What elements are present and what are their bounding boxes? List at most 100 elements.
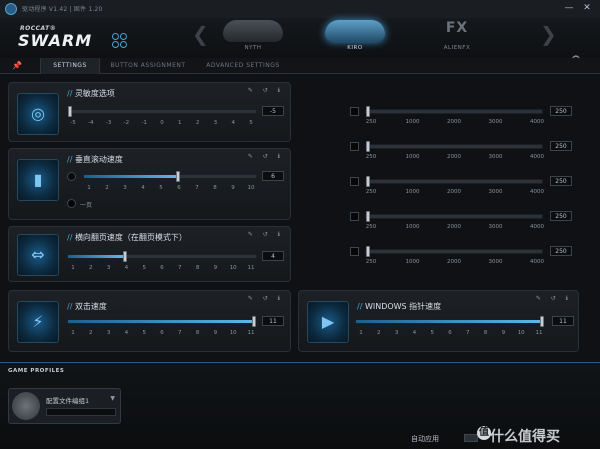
dpi-level-checkbox[interactable] [350, 177, 359, 186]
dpi-level-checkbox[interactable] [350, 212, 359, 221]
tick-label: 250 [365, 189, 377, 195]
window-title: 驱动程序 V1.42 | 固件 1.20 [22, 6, 103, 13]
profile-name-field[interactable] [46, 408, 116, 416]
tick-label: 4 [141, 185, 145, 191]
tab-bar: SETTINGS BUTTON ASSIGNMENT ADVANCED SETT… [0, 58, 600, 74]
slider-knob[interactable] [176, 171, 181, 182]
minimize-button[interactable]: — [562, 2, 576, 14]
dpi-slider[interactable] [365, 246, 543, 257]
double-click-panel: ⚡ // 双击速度 ✎ ↺ ℹ 1 2 3 4 5 6 7 8 9 10 11 11 [8, 290, 291, 352]
dpi-slider[interactable] [365, 211, 543, 222]
device-label: NYTH [244, 45, 262, 51]
double-click-slider[interactable] [67, 316, 257, 327]
slider-knob[interactable] [68, 106, 72, 117]
device-carousel: ❮ NYTH KIRO FX ALIENFX ❯ [190, 18, 560, 58]
vertical-scroll-slider[interactable] [83, 171, 257, 182]
tick-label: 3000 [488, 224, 503, 230]
sensitivity-value[interactable]: -5 [262, 106, 284, 116]
scroll-thumbnail: ▮ [17, 159, 59, 201]
pointer-thumbnail: ▶ [307, 301, 349, 343]
slider-knob[interactable] [366, 106, 370, 117]
tab-settings[interactable]: SETTINGS [40, 58, 100, 74]
watermark: 什么值得买 [490, 429, 560, 445]
scroll-page-radio[interactable] [67, 199, 76, 208]
pin-icon[interactable]: 📌 [12, 61, 22, 70]
tab-advanced-settings[interactable]: ADVANCED SETTINGS [196, 58, 290, 74]
tick-label: 3 [123, 185, 127, 191]
tick-label: 8 [213, 185, 217, 191]
vertical-scroll-value[interactable]: 6 [262, 171, 284, 181]
horizontal-scroll-slider[interactable] [67, 251, 257, 262]
tick-label: 9 [501, 330, 506, 336]
tick-label: 1 [178, 120, 182, 126]
dpi-level-checkbox[interactable] [350, 107, 359, 116]
chevron-down-icon[interactable]: ▼ [110, 395, 115, 402]
tab-button-assignment[interactable]: BUTTON ASSIGNMENT [102, 58, 194, 74]
dpi-level-checkbox[interactable] [350, 247, 359, 256]
slider-knob[interactable] [123, 251, 128, 262]
slider-knob[interactable] [252, 316, 256, 327]
dpi-value[interactable]: 250 [550, 106, 572, 116]
watermark-badge: 值 [477, 426, 491, 440]
tick-label: 10 [247, 185, 255, 191]
tick-label: 1000 [405, 224, 420, 230]
panel-tool-icons[interactable]: ✎ ↺ ℹ [248, 295, 284, 302]
horizontal-scroll-value[interactable]: 4 [262, 251, 284, 261]
slider-knob[interactable] [366, 141, 370, 152]
dpi-value[interactable]: 250 [550, 211, 572, 221]
panel-title: // 灵敏度选项 [67, 89, 115, 98]
tick-label: 5 [159, 185, 163, 191]
device-alienfx[interactable]: FX ALIENFX [412, 20, 502, 58]
scroll-lines-radio[interactable] [67, 172, 76, 181]
tick-label: 6 [448, 330, 452, 336]
next-device-icon[interactable]: ❯ [540, 22, 557, 46]
prev-device-icon[interactable]: ❮ [192, 22, 209, 46]
slider-knob[interactable] [540, 316, 544, 327]
tick-label: 11 [535, 330, 543, 336]
tick-label: 2000 [447, 224, 461, 230]
device-label: ALIENFX [443, 45, 471, 51]
game-profiles-bar: GAME PROFILES 配置文件编组1 ▼ 自动应用 值 什么值得买 [0, 362, 600, 449]
dpi-value[interactable]: 250 [550, 246, 572, 256]
tick-label: 2000 [447, 189, 461, 195]
panel-tool-icons[interactable]: ✎ ↺ ℹ [248, 87, 284, 94]
tick-label: 3000 [488, 119, 503, 125]
panel-tool-icons[interactable]: ✎ ↺ ℹ [536, 295, 572, 302]
slider-knob[interactable] [366, 246, 370, 257]
click-icon: ⚡ [32, 312, 44, 331]
pointer-speed-value[interactable]: 11 [552, 316, 574, 326]
dpi-slider[interactable] [365, 106, 543, 117]
close-button[interactable]: ✕ [580, 2, 594, 14]
tick-label: 8 [195, 265, 200, 271]
tick-label: 9 [213, 265, 218, 271]
swarm-logo-icon [112, 33, 128, 49]
profile-avatar [12, 392, 40, 420]
panel-tool-icons[interactable]: ✎ ↺ ℹ [248, 231, 284, 238]
dpi-slider[interactable] [365, 141, 543, 152]
slider-fill [356, 320, 544, 323]
panel-tool-icons[interactable]: ✎ ↺ ℹ [248, 153, 284, 160]
dpi-value[interactable]: 250 [550, 141, 572, 151]
tick-label: 1 [71, 330, 75, 336]
tick-label: 4000 [530, 224, 544, 230]
dpi-slider[interactable] [365, 176, 543, 187]
scroll-wheel-icon: ▮ [33, 170, 43, 189]
tick-label: 7 [466, 330, 470, 336]
tick-label: 8 [483, 330, 488, 336]
dpi-level-checkbox[interactable] [350, 142, 359, 151]
tick-label: 7 [178, 265, 182, 271]
tick-label: 11 [247, 265, 255, 271]
sensitivity-slider[interactable] [67, 106, 257, 117]
pointer-speed-slider[interactable] [355, 316, 545, 327]
dpi-value[interactable]: 250 [550, 176, 572, 186]
profile-card[interactable]: 配置文件编组1 ▼ [8, 388, 121, 424]
auto-apply-dropdown[interactable] [464, 434, 478, 442]
double-click-value[interactable]: 11 [262, 316, 284, 326]
device-kiro[interactable]: KIRO [310, 20, 400, 58]
slider-knob[interactable] [366, 176, 370, 187]
tick-label: -3 [105, 120, 112, 126]
tick-label: 4 [231, 120, 235, 126]
tick-label: 1 [71, 265, 75, 271]
slider-knob[interactable] [366, 211, 370, 222]
device-nyth[interactable]: NYTH [208, 20, 298, 58]
